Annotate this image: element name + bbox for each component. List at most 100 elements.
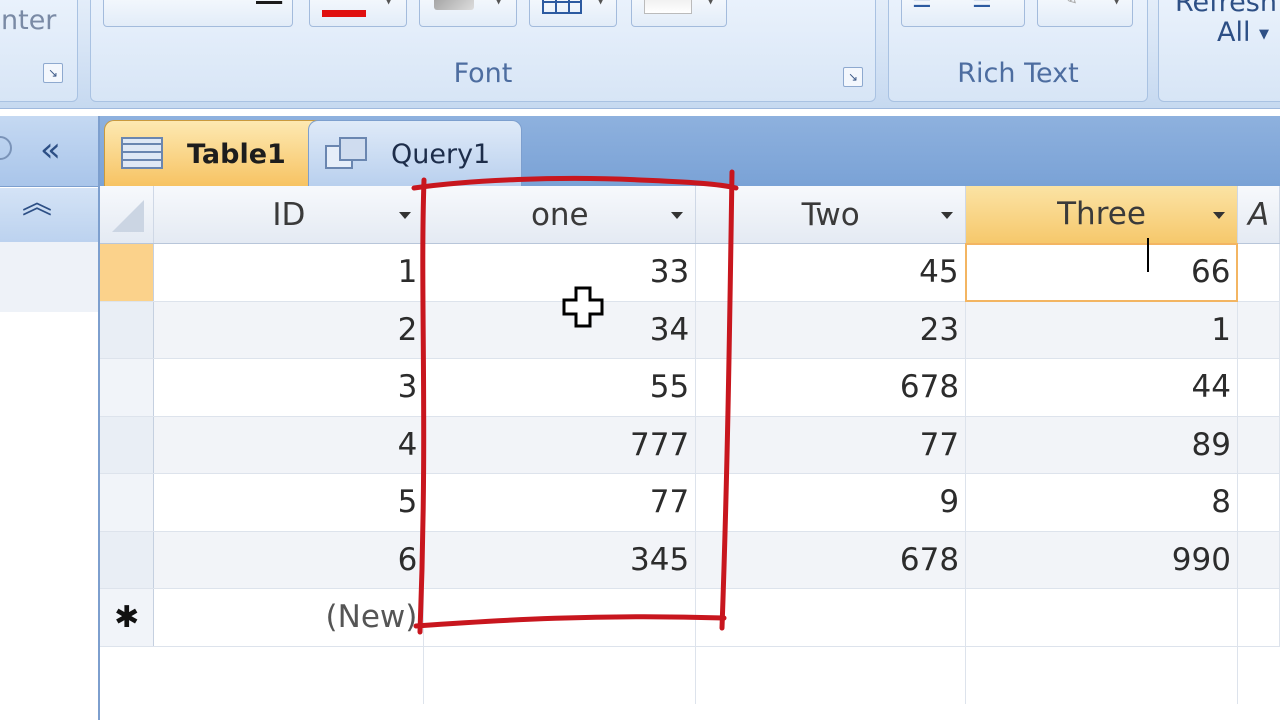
- cell-partial[interactable]: [1237, 531, 1280, 589]
- font-color-button[interactable]: A ▼: [309, 0, 407, 27]
- ribbon: nter ↘ B I U A ▼ ▼ ▼ ▼ Font ↘ ☰ ☰: [0, 0, 1280, 109]
- cell-partial[interactable]: [1237, 358, 1280, 417]
- cell-partial[interactable]: [1237, 416, 1280, 474]
- numbered-list-icon[interactable]: ☰: [912, 0, 934, 13]
- nav-group-header[interactable]: ︽: [0, 188, 98, 243]
- chevron-down-icon[interactable]: ▼: [494, 0, 503, 6]
- highlighter-icon: ✎: [1060, 0, 1078, 11]
- collapse-nav-pane-icon[interactable]: «: [40, 130, 61, 170]
- cell-three[interactable]: 8: [965, 473, 1238, 532]
- row-selector[interactable]: [100, 243, 155, 302]
- table-row[interactable]: 3 55 678 44: [100, 358, 1280, 417]
- column-header-label: one: [530, 196, 589, 233]
- column-header-id[interactable]: ID: [153, 186, 425, 244]
- partial-ribbon-label: nter: [1, 5, 57, 36]
- cell-two[interactable]: 678: [695, 531, 967, 589]
- cell-three-editing[interactable]: 66: [964, 238, 1239, 302]
- cell-id[interactable]: 6: [153, 531, 425, 589]
- chevron-up-icon[interactable]: ︽: [22, 189, 52, 219]
- cell-one[interactable]: [423, 588, 697, 647]
- bold-button[interactable]: B: [124, 0, 149, 7]
- rich-text-group: ☰ ☰ ✎ ▼ Rich Text: [888, 0, 1148, 102]
- underline-button[interactable]: U: [256, 0, 282, 7]
- chevron-down-icon[interactable]: ▼: [596, 0, 605, 6]
- cell-two[interactable]: 9: [695, 473, 967, 532]
- cell-partial[interactable]: [1237, 301, 1280, 359]
- gridlines-button[interactable]: ▼: [529, 0, 617, 27]
- row-selector[interactable]: [100, 301, 155, 359]
- alt-row-color-icon: [644, 0, 692, 14]
- datasheet-grid: ID one Two Three A 1 33 45 66 2 34 23 1 …: [100, 186, 1280, 704]
- column-header-two[interactable]: Two: [695, 186, 967, 244]
- chevron-down-icon[interactable]: [671, 212, 684, 219]
- cell-three[interactable]: 89: [965, 416, 1238, 474]
- cell-two[interactable]: 45: [695, 243, 967, 302]
- paint-bucket-icon: [434, 0, 474, 10]
- new-record-row[interactable]: ✱ (New): [100, 588, 1280, 647]
- cell-three[interactable]: [965, 588, 1238, 647]
- cell-partial[interactable]: [1237, 473, 1280, 532]
- cell-partial[interactable]: [1237, 243, 1280, 302]
- row-selector[interactable]: [100, 358, 155, 417]
- cell-two[interactable]: 77: [695, 416, 967, 474]
- cell-id[interactable]: 2: [153, 301, 425, 359]
- clipboard-group-partial: nter ↘: [0, 0, 78, 102]
- cell-id[interactable]: 3: [153, 358, 425, 417]
- rich-text-group-label: Rich Text: [957, 58, 1079, 89]
- cell-id[interactable]: 5: [153, 473, 425, 532]
- cell-two[interactable]: 678: [695, 358, 967, 417]
- cell-id[interactable]: 1: [153, 243, 425, 302]
- table-row[interactable]: 5 77 9 8: [100, 473, 1280, 532]
- cell-one[interactable]: 345: [423, 531, 697, 589]
- tab-table1[interactable]: Table1: [104, 120, 332, 186]
- cell-one[interactable]: 777: [423, 416, 697, 474]
- column-header-three[interactable]: Three: [965, 186, 1238, 244]
- refresh-all-button[interactable]: All: [1217, 17, 1250, 48]
- column-header-one[interactable]: one: [423, 186, 697, 244]
- navigation-pane-header: «: [0, 116, 98, 187]
- chevron-down-icon[interactable]: [1212, 212, 1225, 219]
- nav-item-selected[interactable]: [0, 242, 98, 312]
- text-caret: [1147, 238, 1149, 273]
- cell-two[interactable]: 23: [695, 301, 967, 359]
- chevron-down-icon[interactable]: ▼: [384, 0, 393, 6]
- cell-one[interactable]: 77: [423, 473, 697, 532]
- table-row[interactable]: 6 345 678 990: [100, 531, 1280, 589]
- cell-three[interactable]: 44: [965, 358, 1238, 417]
- fill-color-button[interactable]: ▼: [419, 0, 517, 27]
- refresh-label-partial: Refresh: [1175, 0, 1277, 18]
- dialog-launcher-icon[interactable]: ↘: [43, 63, 63, 83]
- cell-id[interactable]: 4: [153, 416, 425, 474]
- bullet-list-icon[interactable]: ☰: [972, 0, 992, 13]
- italic-button[interactable]: I: [194, 0, 208, 7]
- tab-query1[interactable]: Query1: [308, 120, 522, 186]
- cell-two[interactable]: [695, 588, 967, 647]
- new-record-placeholder[interactable]: (New): [153, 588, 425, 647]
- column-header-label: A: [1247, 196, 1270, 233]
- table-row[interactable]: 2 34 23 1: [100, 301, 1280, 359]
- table-row[interactable]: 1 33 45 66: [100, 238, 1280, 302]
- chevron-down-icon[interactable]: ▼: [1259, 27, 1269, 42]
- chevron-down-icon[interactable]: ▼: [706, 0, 715, 6]
- table-row[interactable]: 4 777 77 89: [100, 416, 1280, 474]
- cell-three[interactable]: 990: [965, 531, 1238, 589]
- cell-three-value: 66: [1191, 254, 1231, 291]
- chevron-down-icon[interactable]: ▼: [1112, 0, 1121, 6]
- column-header-partial[interactable]: A: [1237, 186, 1280, 244]
- cell-partial[interactable]: [1237, 588, 1280, 647]
- cell-one[interactable]: 55: [423, 358, 697, 417]
- chevron-down-icon[interactable]: [941, 212, 954, 219]
- cell-three[interactable]: 1: [965, 301, 1238, 359]
- row-selector[interactable]: [100, 473, 155, 532]
- select-all-corner[interactable]: [100, 186, 155, 244]
- highlight-button[interactable]: ✎ ▼: [1037, 0, 1133, 27]
- column-header-label: Two: [801, 196, 860, 233]
- alternate-fill-button[interactable]: ▼: [631, 0, 727, 27]
- nav-search-icon[interactable]: [0, 136, 12, 160]
- row-selector[interactable]: [100, 416, 155, 474]
- row-selector[interactable]: [100, 531, 155, 589]
- table-icon: [121, 137, 163, 169]
- font-dialog-launcher-icon[interactable]: ↘: [843, 67, 863, 87]
- grid-icon: [542, 0, 582, 14]
- chevron-down-icon[interactable]: [399, 212, 412, 219]
